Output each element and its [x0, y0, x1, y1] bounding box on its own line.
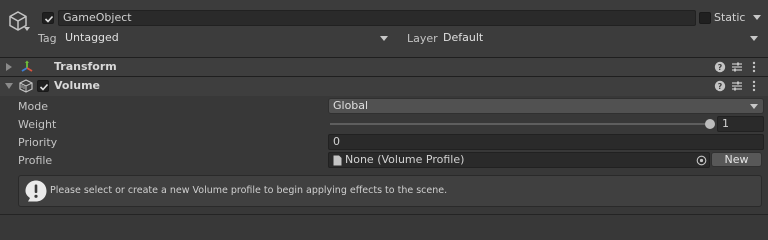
- document-icon: [333, 155, 342, 166]
- volume-component-header[interactable]: Volume ?: [0, 76, 768, 96]
- object-picker-icon[interactable]: [696, 155, 707, 166]
- foldout-expanded-icon[interactable]: [5, 83, 13, 89]
- profile-object-field[interactable]: None (Volume Profile): [328, 152, 710, 168]
- presets-icon[interactable]: [731, 61, 743, 73]
- mode-dropdown[interactable]: Global: [328, 98, 764, 114]
- help-box: Please select or create a new Volume pro…: [18, 175, 762, 207]
- tag-value: Untagged: [65, 31, 119, 44]
- priority-label: Priority: [18, 136, 58, 149]
- presets-icon[interactable]: [731, 80, 743, 92]
- gameobject-name-field[interactable]: GameObject: [58, 10, 696, 26]
- context-menu-icon[interactable]: [748, 80, 760, 92]
- mode-value: Global: [333, 99, 369, 112]
- help-icon[interactable]: ?: [714, 61, 726, 73]
- mode-label: Mode: [18, 100, 48, 113]
- bottom-divider: [0, 214, 768, 215]
- profile-value: None (Volume Profile): [345, 153, 465, 166]
- transform-component-header[interactable]: Transform ?: [0, 57, 768, 77]
- static-dropdown-icon[interactable]: [753, 15, 761, 21]
- help-box-message: Please select or create a new Volume pro…: [50, 185, 448, 196]
- svg-text:?: ?: [718, 82, 723, 91]
- icon-dropdown-arrow-icon[interactable]: [24, 27, 30, 31]
- profile-label: Profile: [18, 154, 53, 167]
- layer-dropdown[interactable]: Default: [438, 30, 764, 46]
- layer-caret-icon: [750, 36, 758, 41]
- new-profile-button[interactable]: New: [711, 152, 762, 167]
- weight-value-field[interactable]: 1: [717, 116, 764, 132]
- warning-info-icon: [25, 180, 47, 202]
- volume-enabled-checkbox[interactable]: [37, 80, 49, 92]
- weight-slider-thumb[interactable]: [705, 119, 715, 129]
- static-label: Static: [714, 11, 746, 24]
- gameobject-header: [0, 0, 768, 58]
- weight-label: Weight: [18, 118, 57, 131]
- foldout-collapsed-icon[interactable]: [6, 63, 12, 71]
- help-icon[interactable]: ?: [714, 80, 726, 92]
- layer-value: Default: [443, 31, 484, 44]
- layer-label: Layer: [407, 32, 438, 45]
- mode-caret-icon: [750, 104, 758, 109]
- tag-dropdown[interactable]: Untagged: [60, 30, 394, 46]
- context-menu-icon[interactable]: [748, 61, 760, 73]
- weight-slider-track[interactable]: [330, 123, 710, 125]
- transform-title: Transform: [54, 60, 117, 73]
- priority-field[interactable]: 0: [328, 134, 764, 150]
- volume-title: Volume: [54, 79, 100, 92]
- tag-caret-icon: [380, 36, 388, 41]
- transform-icon: [21, 60, 33, 72]
- gameobject-active-checkbox[interactable]: [42, 12, 54, 24]
- tag-label: Tag: [38, 32, 57, 45]
- volume-icon: [19, 79, 33, 93]
- svg-text:?: ?: [718, 63, 723, 72]
- static-checkbox[interactable]: [699, 12, 711, 24]
